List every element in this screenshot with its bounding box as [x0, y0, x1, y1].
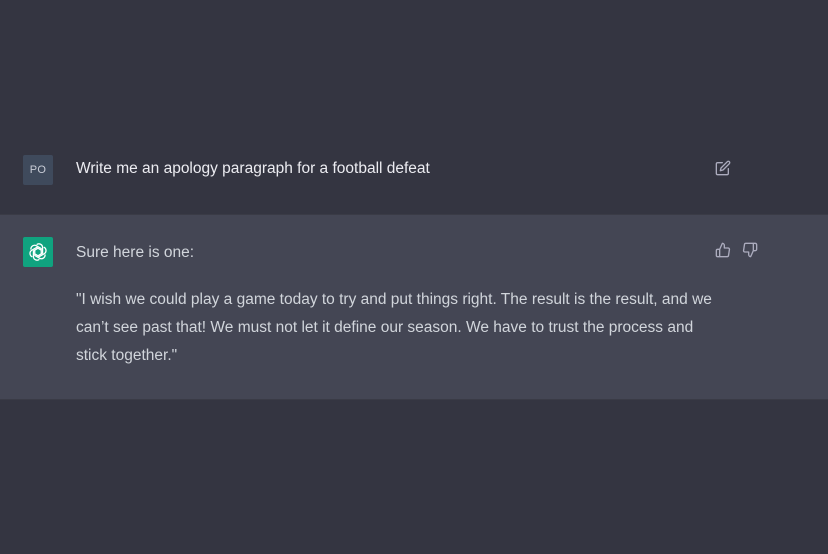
user-message-text: Write me an apology paragraph for a foot…: [76, 160, 430, 177]
chat-page: { "conversation": { "user": { "avatar_in…: [0, 0, 828, 554]
assistant-avatar: [23, 237, 53, 267]
thumbs-down-icon: [742, 242, 758, 258]
user-message-row: PO Write me an apology paragraph for a f…: [0, 128, 828, 214]
thumbs-down-button[interactable]: [740, 240, 760, 260]
thumbs-up-icon: [715, 242, 731, 258]
user-avatar: PO: [23, 155, 53, 185]
openai-logo-icon: [29, 243, 47, 261]
assistant-intro-text: Sure here is one:: [76, 244, 195, 261]
edit-button[interactable]: [713, 158, 733, 178]
assistant-message-row: Sure here is one: "I wish we could play …: [0, 214, 828, 400]
assistant-body-text: "I wish we could play a game today to tr…: [76, 291, 712, 364]
edit-icon: [715, 160, 731, 176]
thumbs-up-button[interactable]: [713, 240, 733, 260]
